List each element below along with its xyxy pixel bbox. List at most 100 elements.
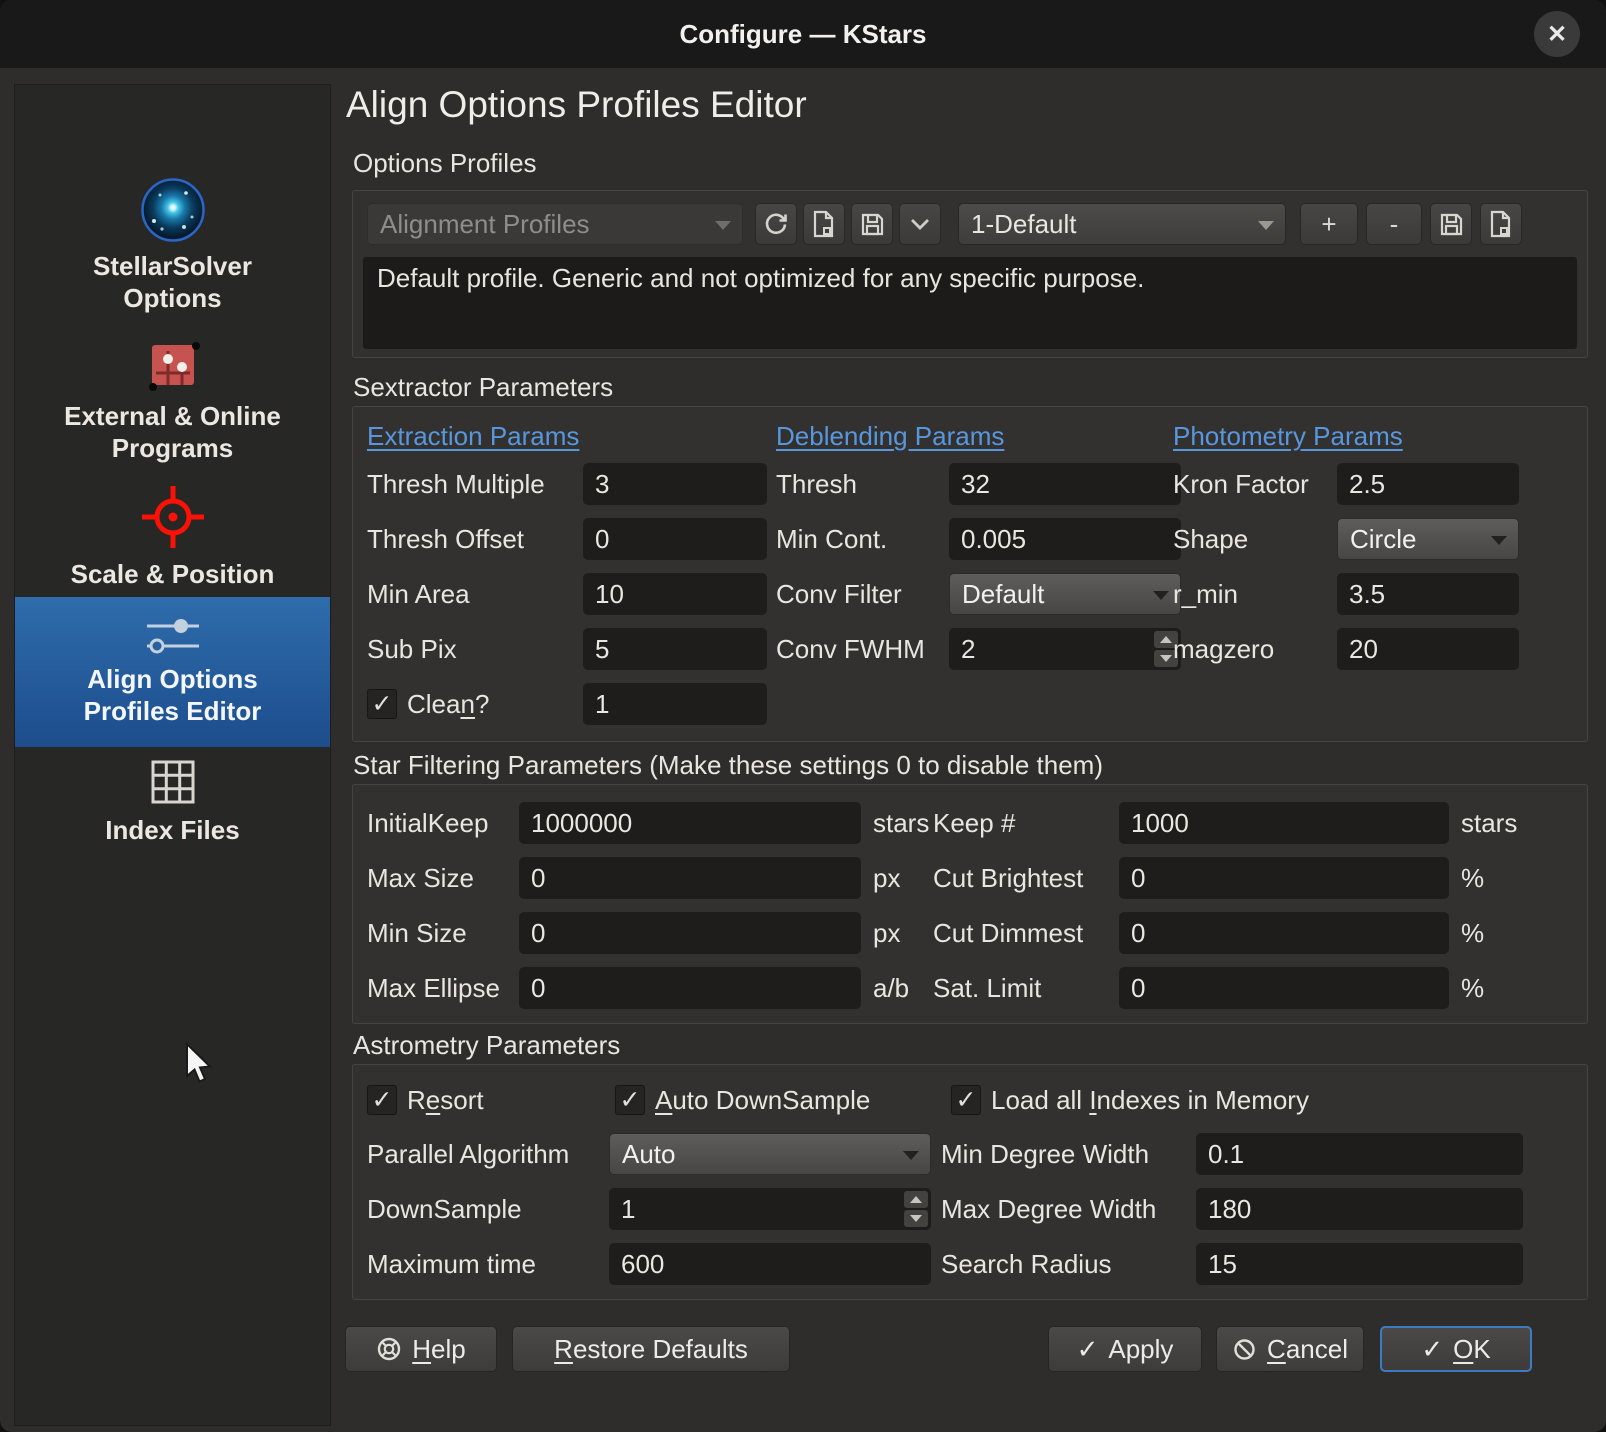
- min-area-input[interactable]: 10: [583, 573, 767, 615]
- save-profile-button[interactable]: [1430, 203, 1472, 245]
- initialkeep-label: InitialKeep: [367, 802, 488, 844]
- resort-checkbox[interactable]: ✓ Resort: [367, 1083, 484, 1117]
- thresh-multiple-label: Thresh Multiple: [367, 463, 545, 505]
- search-radius-label: Search Radius: [941, 1243, 1112, 1285]
- r-min-label: r_min: [1173, 573, 1238, 615]
- thresh-input[interactable]: 32: [949, 463, 1181, 505]
- profile-select-combo-value: 1-Default: [971, 209, 1077, 240]
- restore-defaults-button[interactable]: Restore Defaults: [512, 1326, 790, 1372]
- photometry-params-link[interactable]: Photometry Params: [1173, 421, 1403, 452]
- keep-input[interactable]: 1000: [1119, 802, 1449, 844]
- downsample-spinner[interactable]: 1: [609, 1188, 931, 1230]
- cut-brightest-input[interactable]: 0: [1119, 857, 1449, 899]
- options-profiles-label: Options Profiles: [353, 148, 537, 179]
- profile-select-combo[interactable]: 1-Default: [958, 203, 1286, 245]
- cancel-button[interactable]: Cancel: [1216, 1326, 1364, 1372]
- file-icon: [1488, 210, 1514, 238]
- sidebar-item-label: Scale & Position: [71, 559, 275, 591]
- parallel-algorithm-label: Parallel Algorithm: [367, 1133, 569, 1175]
- min-size-unit: px: [873, 912, 900, 954]
- sub-pix-input[interactable]: 5: [583, 628, 767, 670]
- chevron-down-icon: [1153, 591, 1169, 600]
- ok-button[interactable]: ✓ OK: [1380, 1326, 1532, 1372]
- sidebar-item-label: Index Files: [105, 815, 239, 847]
- min-degree-width-label: Min Degree Width: [941, 1133, 1149, 1175]
- plus-icon: +: [1321, 209, 1336, 240]
- conv-fwhm-spinner[interactable]: 2: [949, 628, 1181, 670]
- sidebar-item-index-files[interactable]: Index Files: [15, 757, 330, 847]
- maximum-time-input[interactable]: 600: [609, 1243, 931, 1285]
- mouse-cursor: [184, 1042, 218, 1088]
- save-profiles-button[interactable]: [851, 203, 893, 245]
- star-filtering-label: Star Filtering Parameters (Make these se…: [353, 750, 1103, 781]
- sidebar-item-stellarsolver-options[interactable]: StellarSolver Options: [15, 177, 330, 314]
- cut-dimmest-input[interactable]: 0: [1119, 912, 1449, 954]
- chevron-down-icon: [1258, 221, 1274, 230]
- max-ellipse-input[interactable]: 0: [519, 967, 861, 1009]
- max-degree-width-input[interactable]: 180: [1196, 1188, 1523, 1230]
- clean-input[interactable]: 1: [583, 683, 767, 725]
- magzero-input[interactable]: 20: [1337, 628, 1519, 670]
- conv-fwhm-value: 2: [961, 634, 975, 665]
- arrow-down-icon: [910, 1215, 922, 1222]
- maximum-time-label: Maximum time: [367, 1243, 536, 1285]
- sidebar-item-scale-position[interactable]: Scale & Position: [15, 483, 330, 591]
- conv-filter-value: Default: [962, 579, 1044, 610]
- help-button[interactable]: Help: [345, 1326, 497, 1372]
- shape-value: Circle: [1350, 524, 1416, 555]
- sextractor-parameters-group: Extraction Params Deblending Params Phot…: [352, 406, 1588, 742]
- parallel-algorithm-combo[interactable]: Auto: [609, 1133, 931, 1175]
- max-size-input[interactable]: 0: [519, 857, 861, 899]
- window-title: Configure — KStars: [679, 19, 926, 50]
- load-all-indexes-checkbox[interactable]: ✓ Load all Indexes in Memory: [951, 1083, 1309, 1117]
- initialkeep-input[interactable]: 1000000: [519, 802, 861, 844]
- minus-icon: -: [1390, 209, 1399, 240]
- conv-filter-combo[interactable]: Default: [949, 573, 1181, 615]
- deblending-params-link[interactable]: Deblending Params: [776, 421, 1004, 452]
- restore-defaults-label: Restore Defaults: [554, 1334, 748, 1365]
- arrow-up-icon: [1160, 636, 1172, 643]
- thresh-offset-input[interactable]: 0: [583, 518, 767, 560]
- profile-group-combo[interactable]: Alignment Profiles: [367, 203, 743, 245]
- kron-factor-input[interactable]: 2.5: [1337, 463, 1519, 505]
- clean-checkbox[interactable]: ✓ Clean?: [367, 687, 489, 721]
- reload-profiles-button[interactable]: [755, 203, 797, 245]
- chevron-down-icon: [903, 1151, 919, 1160]
- astrometry-parameters-group: ✓ Resort ✓ Auto DownSample ✓ Load all In…: [352, 1064, 1588, 1300]
- chevron-down-icon: [906, 211, 934, 237]
- save-icon: [1438, 211, 1465, 238]
- extraction-params-link[interactable]: Extraction Params: [367, 421, 579, 452]
- r-min-input[interactable]: 3.5: [1337, 573, 1519, 615]
- spin-down-button[interactable]: [904, 1210, 928, 1227]
- load-profile-button[interactable]: [1480, 203, 1522, 245]
- thresh-multiple-input[interactable]: 3: [583, 463, 767, 505]
- add-profile-button[interactable]: +: [1300, 203, 1358, 245]
- astrometry-parameters-label: Astrometry Parameters: [353, 1030, 620, 1061]
- min-size-input[interactable]: 0: [519, 912, 861, 954]
- apply-button[interactable]: ✓ Apply: [1048, 1326, 1202, 1372]
- cancel-icon: [1232, 1337, 1257, 1362]
- star-filtering-group: InitialKeep 1000000 stars Keep # 1000 st…: [352, 784, 1588, 1024]
- clean-label: Clean?: [407, 689, 489, 720]
- expand-button[interactable]: [899, 203, 941, 245]
- configure-dialog: Configure — KStars ✕: [0, 0, 1606, 1432]
- min-cont-input[interactable]: 0.005: [949, 518, 1181, 560]
- open-profile-file-button[interactable]: [803, 203, 845, 245]
- close-button[interactable]: ✕: [1534, 11, 1580, 57]
- sidebar-item-align-options-profiles-editor[interactable]: Align Options Profiles Editor: [15, 597, 330, 747]
- search-radius-input[interactable]: 15: [1196, 1243, 1523, 1285]
- auto-downsample-checkbox[interactable]: ✓ Auto DownSample: [615, 1083, 870, 1117]
- remove-profile-button[interactable]: -: [1366, 203, 1422, 245]
- shape-combo[interactable]: Circle: [1337, 518, 1519, 560]
- profile-description[interactable]: Default profile. Generic and not optimiz…: [363, 257, 1577, 349]
- options-profiles-group: Alignment Profiles: [352, 190, 1588, 358]
- grid-icon: [148, 757, 198, 807]
- sat-limit-input[interactable]: 0: [1119, 967, 1449, 1009]
- min-degree-width-input[interactable]: 0.1: [1196, 1133, 1523, 1175]
- sidebar-item-external-online-programs[interactable]: External & Online Programs: [15, 335, 330, 464]
- spin-up-button[interactable]: [904, 1191, 928, 1208]
- cut-brightest-unit: %: [1461, 857, 1484, 899]
- max-size-label: Max Size: [367, 857, 474, 899]
- min-area-label: Min Area: [367, 573, 470, 615]
- page-title: Align Options Profiles Editor: [346, 84, 807, 126]
